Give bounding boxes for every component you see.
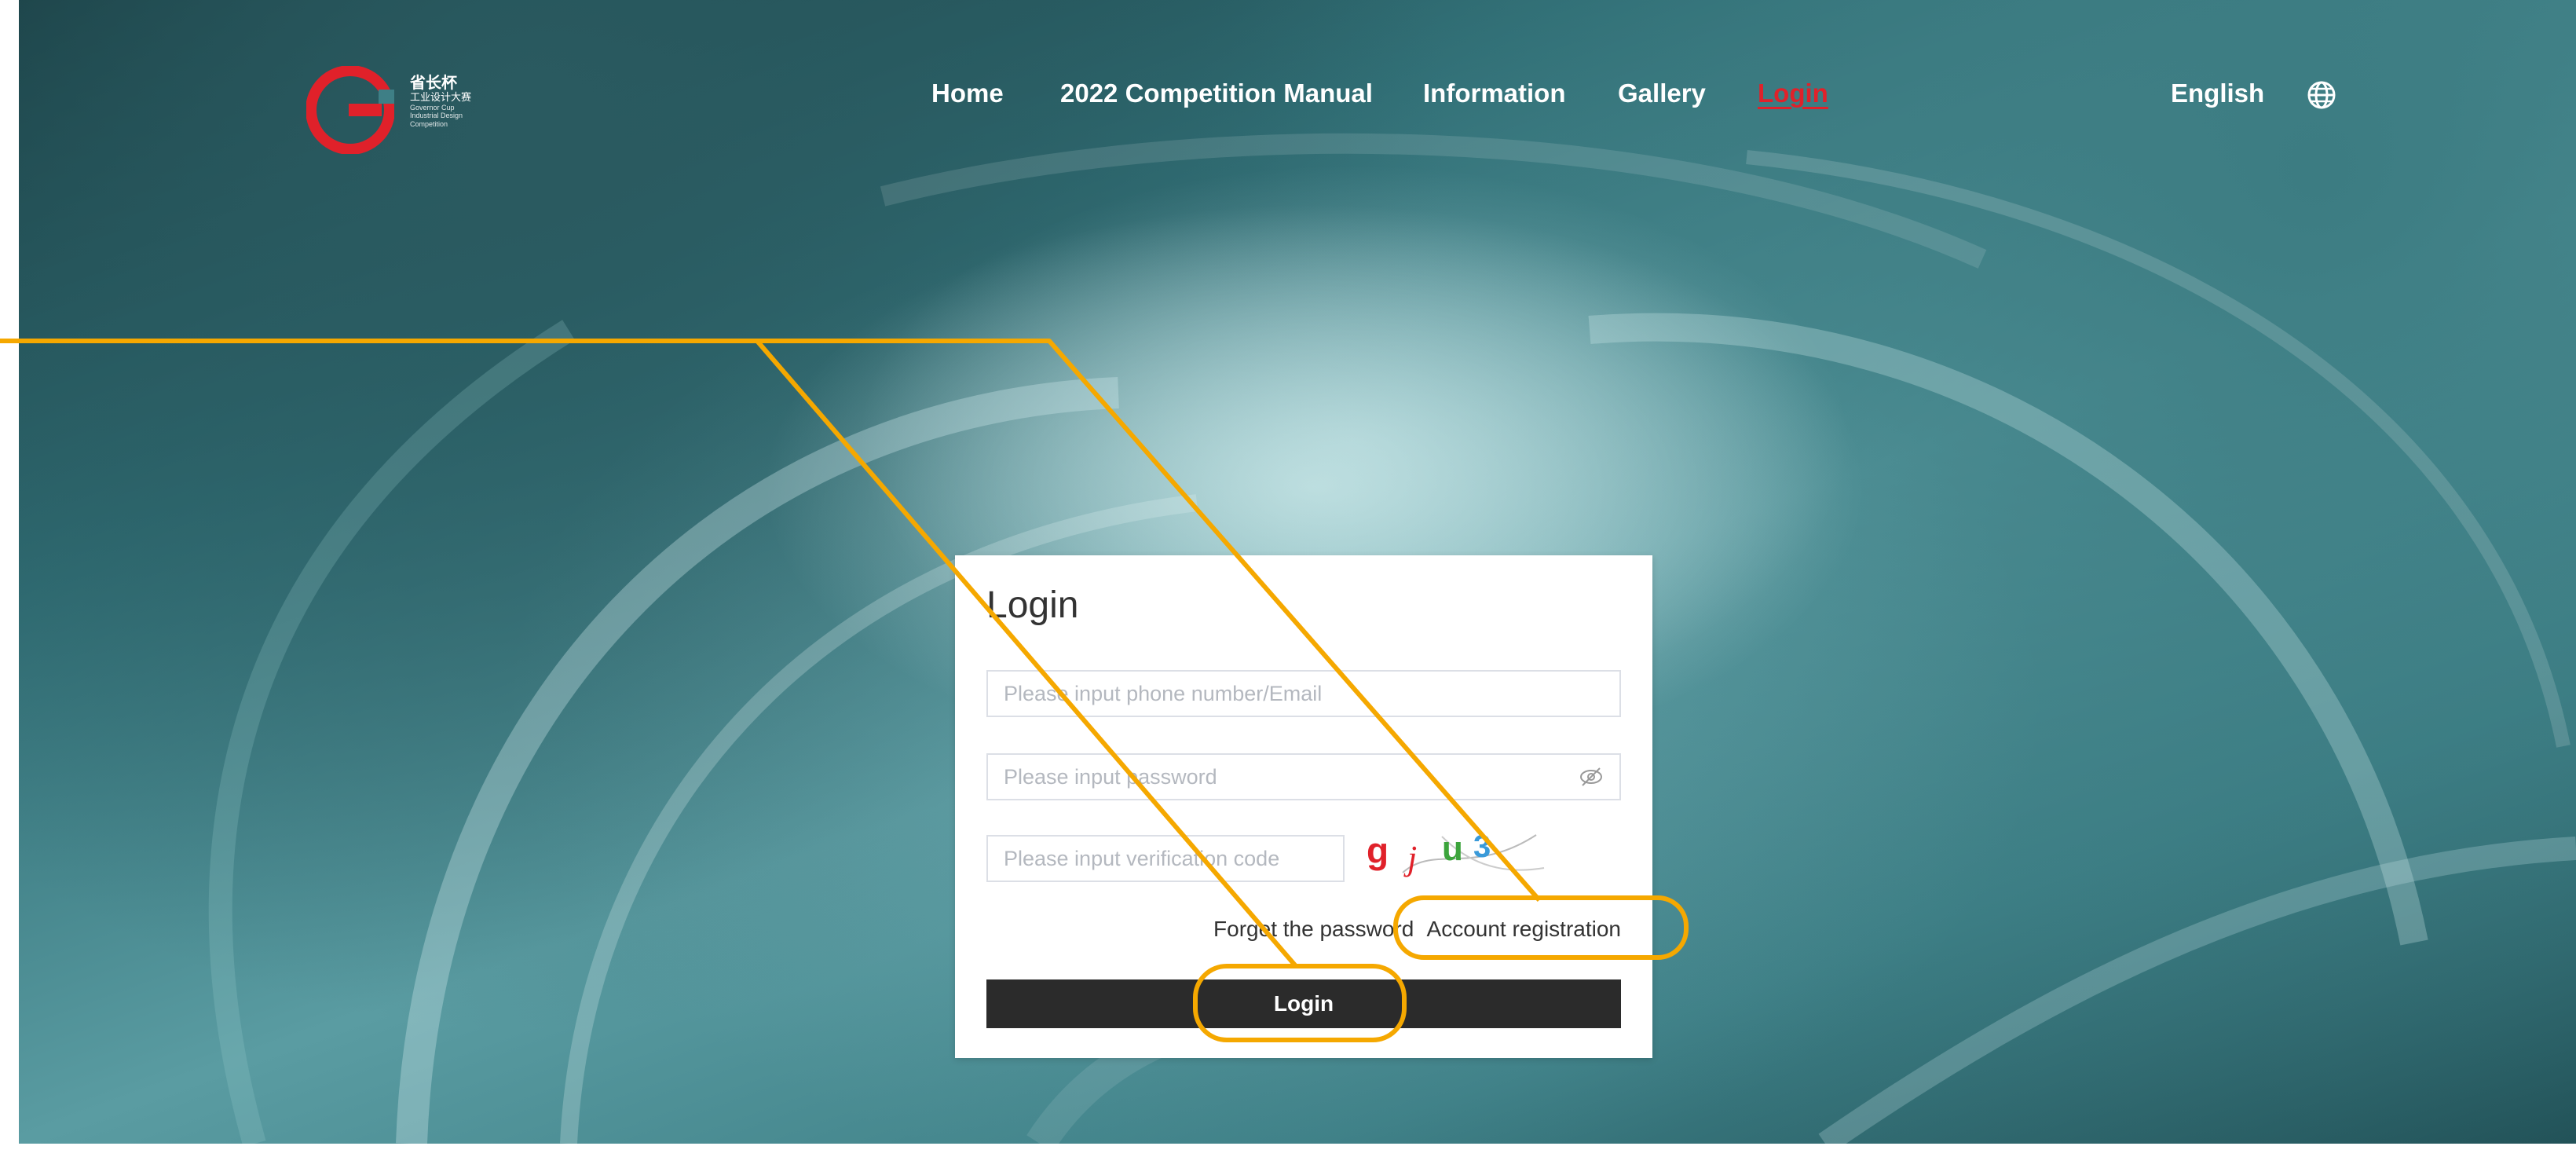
nav-item-home[interactable]: Home xyxy=(931,79,1004,108)
globe-icon[interactable] xyxy=(2306,79,2337,111)
nav-item-competition-manual[interactable]: 2022 Competition Manual xyxy=(1060,79,1373,108)
account-registration-link[interactable]: Account registration xyxy=(1427,917,1621,941)
password-field[interactable] xyxy=(986,753,1621,800)
logo-en-line1: Governor Cup xyxy=(410,103,455,112)
login-button[interactable]: Login xyxy=(986,979,1621,1028)
logo-cn-name: 省长杯 xyxy=(410,73,457,92)
eye-slash-icon[interactable] xyxy=(1579,766,1604,788)
nav-item-information[interactable]: Information xyxy=(1423,79,1565,108)
logo-wordmark: 省长杯 工业设计大赛 Governor Cup Industrial Desig… xyxy=(410,74,471,128)
captcha-char-4: 3 xyxy=(1473,829,1491,864)
captcha-char-1: g xyxy=(1367,830,1389,871)
verification-field[interactable] xyxy=(986,835,1345,882)
nav-item-gallery[interactable]: Gallery xyxy=(1618,79,1706,108)
logo-en-line2: Industrial Design xyxy=(410,112,463,120)
page: 省长杯 工业设计大赛 Governor Cup Industrial Desig… xyxy=(0,0,2576,1168)
language-selector[interactable]: English xyxy=(2171,79,2264,108)
account-field[interactable] xyxy=(986,670,1621,717)
account-input[interactable] xyxy=(988,672,1619,716)
auth-links: Forget the password Account registration xyxy=(1213,917,1621,942)
verification-input[interactable] xyxy=(988,837,1343,881)
brand-logo[interactable]: 省长杯 工业设计大赛 Governor Cup Industrial Desig… xyxy=(306,66,503,159)
password-input[interactable] xyxy=(988,755,1619,799)
captcha-char-2: j xyxy=(1403,839,1417,877)
nav-item-login[interactable]: Login xyxy=(1758,79,1828,108)
login-card: Login g j u 3 Forget the password Acco xyxy=(955,555,1652,1058)
captcha-image[interactable]: g j u 3 xyxy=(1356,829,1552,879)
captcha-char-3: u xyxy=(1442,829,1463,868)
logo-en-line3: Competition xyxy=(410,119,448,128)
logo-cn-subtitle: 工业设计大赛 xyxy=(410,91,472,103)
login-title: Login xyxy=(986,584,1079,626)
logo-mark-icon xyxy=(306,66,394,154)
forget-password-link[interactable]: Forget the password xyxy=(1213,917,1414,941)
